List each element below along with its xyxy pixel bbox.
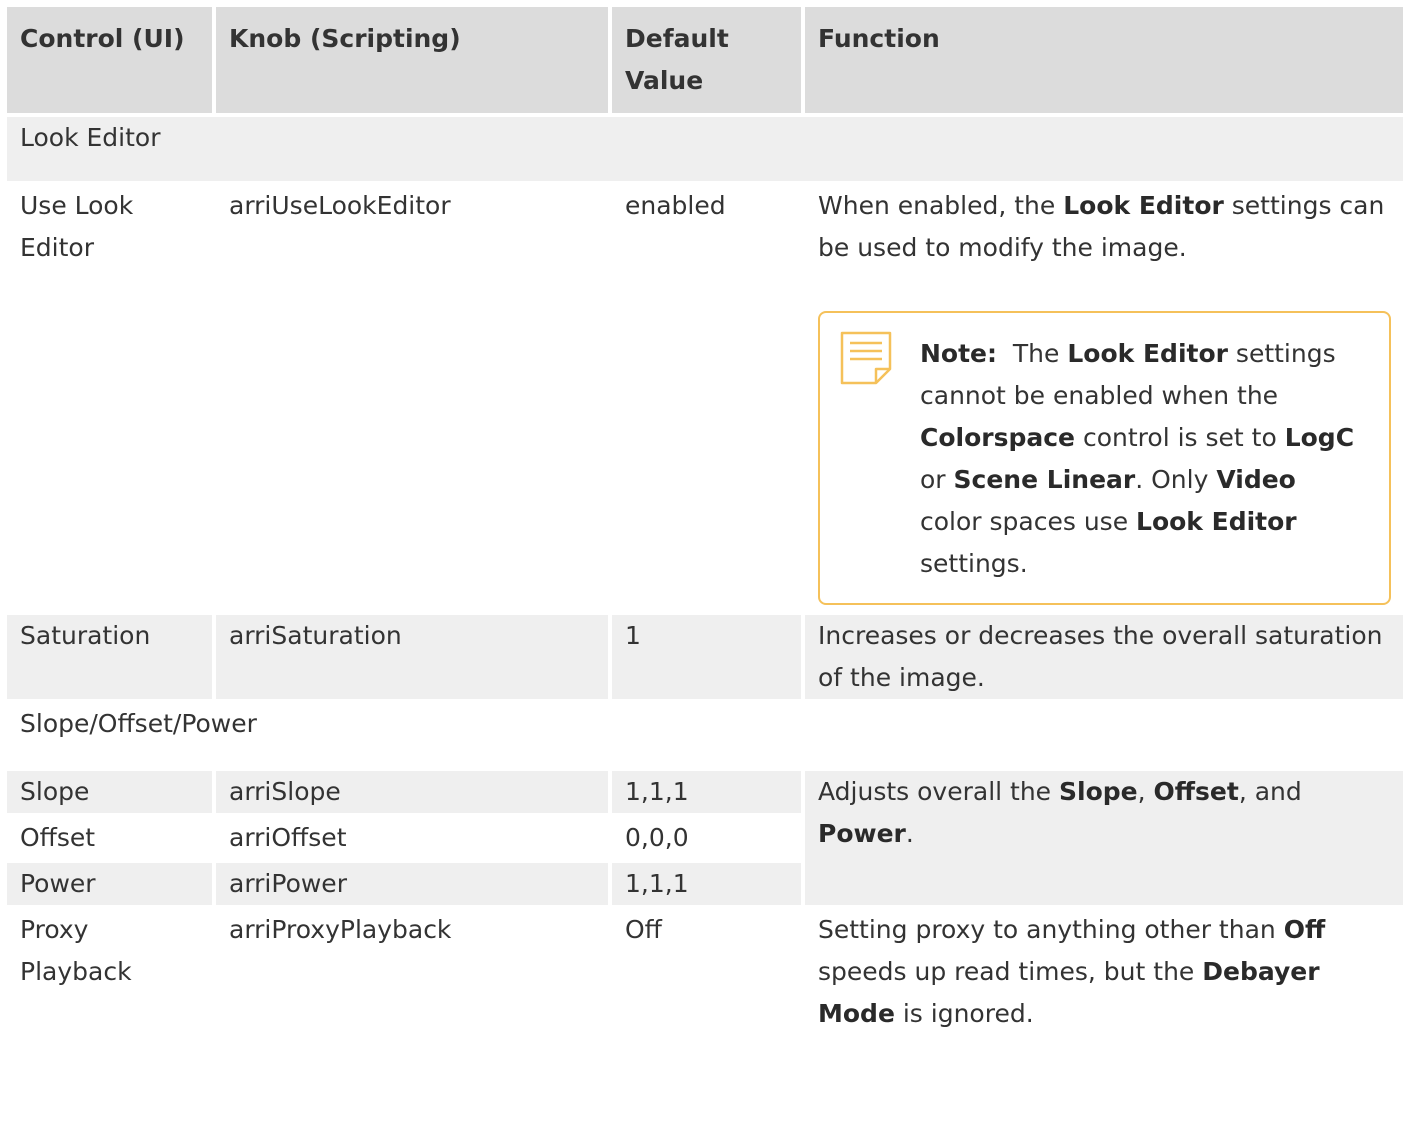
- header-function: Function: [805, 7, 1403, 113]
- table-row: Saturation arriSaturation 1 Increases or…: [7, 615, 1403, 699]
- cell-default: 0,0,0: [612, 817, 801, 859]
- note-text: Note: The Look Editor settings cannot be…: [920, 339, 1355, 578]
- group-label: Slope/Offset/Power: [7, 703, 1403, 767]
- cell-function: When enabled, the Look Editor settings c…: [805, 185, 1403, 611]
- header-control: Control (UI): [7, 7, 212, 113]
- header-row: Control (UI) Knob (Scripting) Default Va…: [7, 7, 1403, 113]
- function-text: When enabled, the Look Editor settings c…: [818, 191, 1385, 262]
- cell-knob: arriSlope: [216, 771, 608, 813]
- group-label: Look Editor: [7, 117, 1403, 181]
- group-row-look-editor: Look Editor: [7, 117, 1403, 181]
- header-default-value: Default Value: [612, 7, 801, 113]
- cell-control: Offset: [7, 817, 212, 859]
- table-row: Proxy Playback arriProxyPlayback Off Set…: [7, 909, 1403, 1035]
- cell-control: Proxy Playback: [7, 909, 212, 1035]
- header-knob: Knob (Scripting): [216, 7, 608, 113]
- cell-control: Slope: [7, 771, 212, 813]
- cell-default: enabled: [612, 185, 801, 611]
- cell-knob: arriSaturation: [216, 615, 608, 699]
- cell-knob: arriPower: [216, 863, 608, 905]
- table-row: Use Look Editor arriUseLookEditor enable…: [7, 185, 1403, 611]
- cell-knob: arriUseLookEditor: [216, 185, 608, 611]
- cell-function: Adjusts overall the Slope, Offset, and P…: [805, 771, 1403, 905]
- table-row: Slope arriSlope 1,1,1 Adjusts overall th…: [7, 771, 1403, 905]
- cell-control: Use Look Editor: [7, 185, 212, 611]
- cell-function: Setting proxy to anything other than Off…: [805, 909, 1403, 1035]
- cell-knob: arriProxyPlayback: [216, 909, 608, 1035]
- cell-control: Power: [7, 863, 212, 905]
- cell-default: 1,1,1: [612, 863, 801, 905]
- note-box: Note: The Look Editor settings cannot be…: [818, 311, 1391, 605]
- cell-knob: arriOffset: [216, 817, 608, 859]
- cell-default: 1: [612, 615, 801, 699]
- note-icon: [840, 331, 892, 385]
- cell-default: 1,1,1: [612, 771, 801, 813]
- note-label: Note:: [920, 339, 998, 368]
- cell-default: Off: [612, 909, 801, 1035]
- cell-function: Increases or decreases the overall satur…: [805, 615, 1403, 699]
- group-row-sop: Slope/Offset/Power: [7, 703, 1403, 767]
- knob-table: Control (UI) Knob (Scripting) Default Va…: [3, 3, 1404, 1039]
- cell-control: Saturation: [7, 615, 212, 699]
